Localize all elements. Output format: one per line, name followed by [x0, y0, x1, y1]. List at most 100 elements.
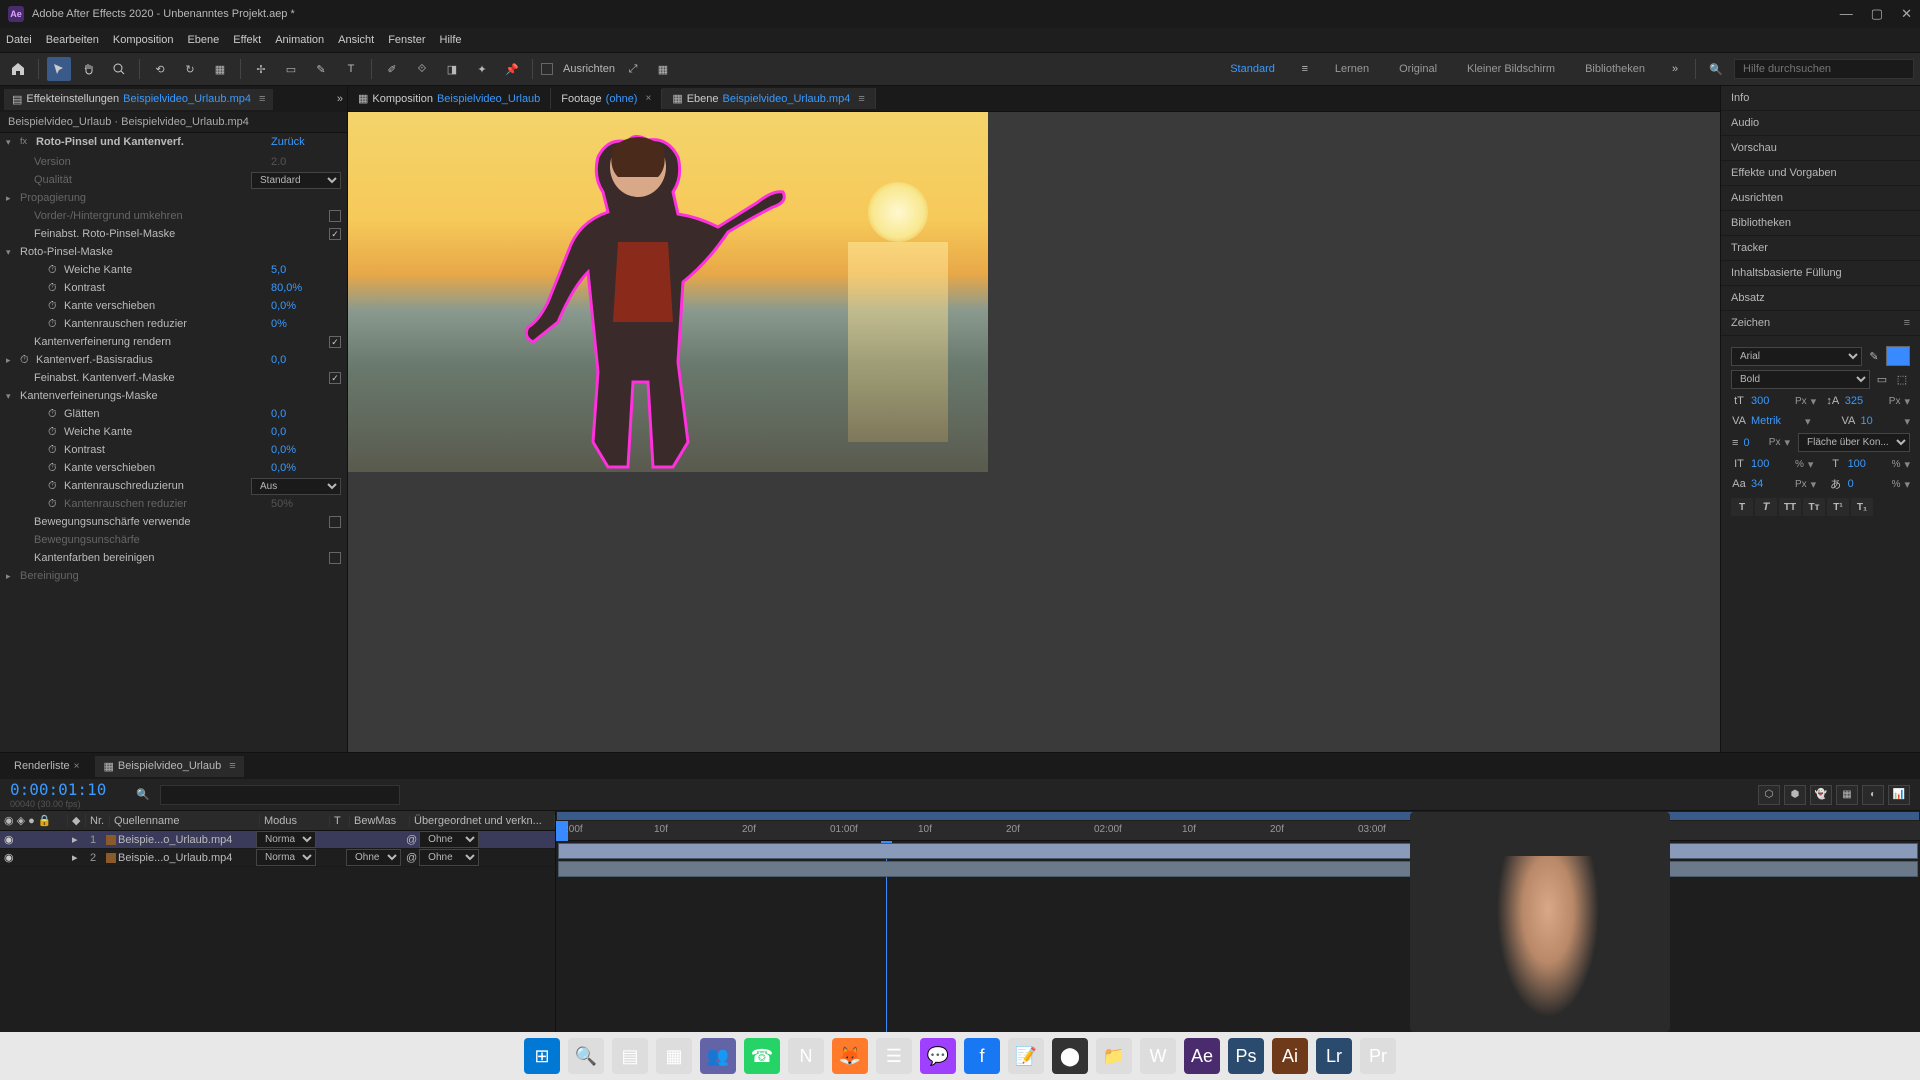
- superscript[interactable]: T¹: [1827, 498, 1849, 516]
- hscale[interactable]: 100: [1848, 458, 1888, 470]
- taskbar-firefox[interactable]: 🦊: [832, 1038, 868, 1074]
- prop-dropdown[interactable]: Standard: [251, 172, 341, 189]
- taskbar-win[interactable]: ⊞: [524, 1038, 560, 1074]
- search-icon-tl[interactable]: 🔍: [136, 788, 150, 801]
- snap-options[interactable]: ⤢: [621, 57, 645, 81]
- prop-value[interactable]: 0,0%: [271, 462, 341, 474]
- twirl-icon[interactable]: ▾: [6, 247, 16, 258]
- fx-icon[interactable]: fx: [20, 136, 32, 148]
- menu-animation[interactable]: Animation: [275, 34, 324, 46]
- taskbar-whatsapp[interactable]: ☎: [744, 1038, 780, 1074]
- eraser-tool[interactable]: ◨: [440, 57, 464, 81]
- prop-value[interactable]: 0%: [271, 318, 341, 330]
- font-family-select[interactable]: Arial: [1731, 347, 1862, 366]
- close-button[interactable]: ✕: [1901, 6, 1912, 22]
- menu-hilfe[interactable]: Hilfe: [440, 34, 462, 46]
- pen-tool[interactable]: ✎: [309, 57, 333, 81]
- kerning[interactable]: Metrik: [1751, 415, 1801, 427]
- stopwatch-icon[interactable]: ⏱: [48, 462, 60, 474]
- taskbar-ai[interactable]: Ai: [1272, 1038, 1308, 1074]
- panel-ausrichten[interactable]: Ausrichten: [1721, 186, 1920, 211]
- layer-1-bar[interactable]: [558, 843, 1918, 859]
- taskbar-obs[interactable]: ⬤: [1052, 1038, 1088, 1074]
- taskbar-teams[interactable]: 👥: [700, 1038, 736, 1074]
- menu-ansicht[interactable]: Ansicht: [338, 34, 374, 46]
- visibility-icon[interactable]: ◉: [4, 833, 16, 846]
- rect-tool[interactable]: ▭: [279, 57, 303, 81]
- viewer-tab[interactable]: Footage (ohne)×: [551, 89, 662, 109]
- workspace-lernen[interactable]: Lernen: [1335, 63, 1369, 75]
- stroke-sw-icon[interactable]: ▭: [1874, 372, 1890, 388]
- home-icon[interactable]: [6, 57, 30, 81]
- comp-timeline-tab[interactable]: ▦Beispielvideo_Urlaub≡: [95, 756, 243, 777]
- layer-row[interactable]: ◉▸1Beispie...o_Urlaub.mp4Normal@Ohne: [0, 831, 555, 849]
- layer-color[interactable]: [106, 853, 116, 863]
- menu-effekt[interactable]: Effekt: [233, 34, 261, 46]
- panel-bibliotheken[interactable]: Bibliotheken: [1721, 211, 1920, 236]
- workspace-menu-icon[interactable]: ≡: [1293, 57, 1317, 81]
- visibility-icon[interactable]: ◉: [4, 851, 16, 864]
- prop-checkbox[interactable]: [329, 516, 341, 528]
- layer-2-bar[interactable]: [558, 861, 1918, 877]
- all-caps[interactable]: TT: [1779, 498, 1801, 516]
- stopwatch-icon[interactable]: ⏱: [48, 408, 60, 420]
- motion-blur[interactable]: ◐: [1862, 785, 1884, 805]
- prop-value[interactable]: 0,0%: [271, 300, 341, 312]
- stopwatch-icon[interactable]: ⏱: [48, 444, 60, 456]
- taskbar-n[interactable]: N: [788, 1038, 824, 1074]
- shy-toggle[interactable]: 👻: [1810, 785, 1832, 805]
- brush-tool[interactable]: ✐: [380, 57, 404, 81]
- prop-dropdown[interactable]: Aus: [251, 478, 341, 495]
- prop-value[interactable]: 0,0: [271, 354, 341, 366]
- prop-value[interactable]: 80,0%: [271, 282, 341, 294]
- taskbar-search[interactable]: 🔍: [568, 1038, 604, 1074]
- layer-twirl[interactable]: ▸: [68, 833, 86, 846]
- prop-value[interactable]: 0,0: [271, 426, 341, 438]
- effect-controls-tab[interactable]: ▤ Effekteinstellungen Beispielvideo_Urla…: [4, 89, 273, 110]
- panel-inhaltsbasierte-füllung[interactable]: Inhaltsbasierte Füllung: [1721, 261, 1920, 286]
- reset-link[interactable]: Zurück: [271, 136, 341, 148]
- hand-tool[interactable]: [77, 57, 101, 81]
- taskbar-mega[interactable]: ☰: [876, 1038, 912, 1074]
- search-icon[interactable]: 🔍: [1704, 57, 1728, 81]
- menu-fenster[interactable]: Fenster: [388, 34, 425, 46]
- fill-over-stroke[interactable]: Fläche über Kon...: [1798, 433, 1910, 452]
- taskbar-ae[interactable]: Ae: [1184, 1038, 1220, 1074]
- clone-tool[interactable]: ⟐: [410, 57, 434, 81]
- faux-bold[interactable]: T: [1731, 498, 1753, 516]
- taskbar-pr[interactable]: Pr: [1360, 1038, 1396, 1074]
- faux-italic[interactable]: T: [1755, 498, 1777, 516]
- timeline-ruler[interactable]: :00f10f20f01:00f10f20f02:00f10f20f03:00f…: [556, 821, 1920, 841]
- taskbar-word[interactable]: W: [1140, 1038, 1176, 1074]
- tsume[interactable]: 0: [1848, 478, 1888, 490]
- fill-color-swatch[interactable]: [1886, 346, 1910, 366]
- rotation-tool[interactable]: ↻: [178, 57, 202, 81]
- menu-komposition[interactable]: Komposition: [113, 34, 174, 46]
- panel-effekte-und-vorgaben[interactable]: Effekte und Vorgaben: [1721, 161, 1920, 186]
- timeline-search[interactable]: [160, 785, 400, 805]
- tab-menu-icon[interactable]: ≡: [259, 93, 265, 105]
- stopwatch-icon[interactable]: ⏱: [20, 354, 32, 366]
- character-panel-header[interactable]: Zeichen≡: [1721, 311, 1920, 336]
- orbit-tool[interactable]: ⟲: [148, 57, 172, 81]
- taskbar-files[interactable]: 📁: [1096, 1038, 1132, 1074]
- prop-checkbox[interactable]: [329, 336, 341, 348]
- more-tabs[interactable]: »: [337, 93, 343, 105]
- panel-audio[interactable]: Audio: [1721, 111, 1920, 136]
- stroke-width[interactable]: 0: [1744, 437, 1765, 449]
- stopwatch-icon[interactable]: ⏱: [48, 426, 60, 438]
- tracking[interactable]: 10: [1860, 415, 1900, 427]
- puppet-tool[interactable]: 📌: [500, 57, 524, 81]
- prop-checkbox[interactable]: [329, 552, 341, 564]
- stopwatch-icon[interactable]: ⏱: [48, 300, 60, 312]
- frame-blend[interactable]: ▦: [1836, 785, 1858, 805]
- prop-checkbox[interactable]: [329, 228, 341, 240]
- vscale[interactable]: 100: [1751, 458, 1791, 470]
- small-caps[interactable]: Tт: [1803, 498, 1825, 516]
- swap-colors-icon[interactable]: ⬚: [1894, 372, 1910, 388]
- menu-bearbeiten[interactable]: Bearbeiten: [46, 34, 99, 46]
- workspace-bibliotheken[interactable]: Bibliotheken: [1585, 63, 1645, 75]
- viewer-tab[interactable]: ▦Komposition Beispielvideo_Urlaub: [348, 88, 551, 109]
- workspace-more[interactable]: »: [1663, 57, 1687, 81]
- workspace-standard[interactable]: Standard: [1230, 63, 1275, 75]
